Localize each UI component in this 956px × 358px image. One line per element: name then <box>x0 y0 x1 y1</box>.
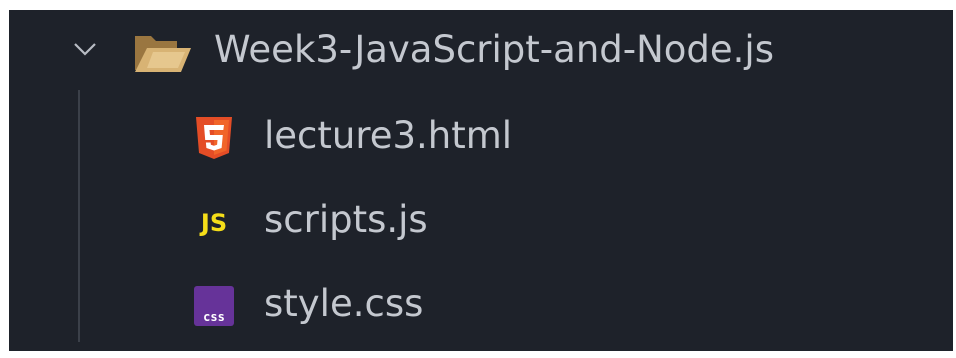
file-name: style.css <box>264 282 424 325</box>
html5-icon <box>196 117 232 159</box>
js-icon: JS <box>199 209 227 237</box>
folder-row[interactable]: Week3-JavaScript-and-Node.js <box>9 10 953 94</box>
folder-open-icon <box>135 36 191 72</box>
css-icon-text: css <box>203 310 225 324</box>
file-item-lecture3-html[interactable]: lecture3.html <box>9 96 953 180</box>
css-icon: css <box>194 286 234 326</box>
folder-name: Week3-JavaScript-and-Node.js <box>214 28 774 71</box>
file-item-scripts-js[interactable]: JS scripts.js <box>9 180 953 264</box>
chevron-down-icon[interactable] <box>71 35 99 63</box>
js-icon-text: JS <box>199 209 227 237</box>
file-explorer-panel: Week3-JavaScript-and-Node.js lecture3.ht… <box>9 10 953 351</box>
file-name: lecture3.html <box>264 114 513 157</box>
file-item-style-css[interactable]: css style.css <box>9 264 953 348</box>
file-name: scripts.js <box>264 198 428 241</box>
